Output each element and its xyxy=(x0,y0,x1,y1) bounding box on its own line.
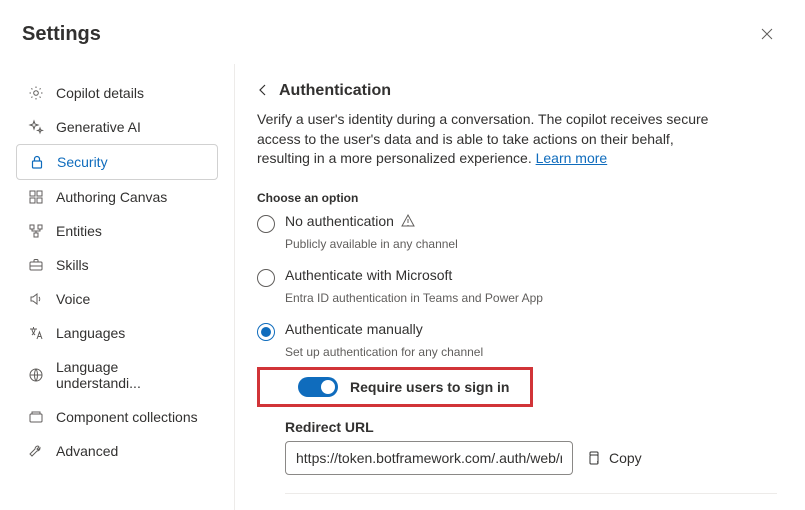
voice-icon xyxy=(28,291,44,307)
sidebar-item-label: Authoring Canvas xyxy=(56,189,167,205)
sidebar-item-label: Security xyxy=(57,154,108,170)
close-button[interactable] xyxy=(751,18,783,50)
lock-icon xyxy=(29,154,45,170)
radio-icon xyxy=(257,269,275,287)
section-title: Authentication xyxy=(279,82,391,100)
sidebar-item-label: Generative AI xyxy=(56,119,141,135)
learn-more-link[interactable]: Learn more xyxy=(536,150,608,166)
sidebar-item-label: Language understandi... xyxy=(56,359,206,391)
redirect-url-label: Redirect URL xyxy=(285,419,777,435)
sidebar-item-languages[interactable]: Languages xyxy=(16,316,218,350)
chevron-left-icon xyxy=(257,84,269,96)
redirect-url-input[interactable] xyxy=(285,441,573,475)
gear-icon xyxy=(28,85,44,101)
wrench-icon xyxy=(28,443,44,459)
radio-subtext: Set up authentication for any channel xyxy=(285,345,777,359)
back-button[interactable] xyxy=(257,83,269,99)
sidebar-item-label: Skills xyxy=(56,257,89,273)
sidebar-item-security[interactable]: Security xyxy=(16,144,218,180)
entities-icon xyxy=(28,223,44,239)
grid-icon xyxy=(28,189,44,205)
require-signin-toggle[interactable] xyxy=(298,377,338,397)
copy-icon xyxy=(585,450,601,466)
section-description: Verify a user's identity during a conver… xyxy=(257,110,727,169)
main-panel: Authentication Verify a user's identity … xyxy=(234,64,805,510)
radio-subtext: Publicly available in any channel xyxy=(285,237,777,251)
sidebar-item-entities[interactable]: Entities xyxy=(16,214,218,248)
page-title: Settings xyxy=(22,23,101,46)
sidebar-item-copilot-details[interactable]: Copilot details xyxy=(16,76,218,110)
radio-auth-microsoft[interactable]: Authenticate with Microsoft xyxy=(257,267,777,287)
radio-subtext: Entra ID authentication in Teams and Pow… xyxy=(285,291,777,305)
language-icon xyxy=(28,325,44,341)
sidebar-item-label: Entities xyxy=(56,223,102,239)
radio-label-text: No authentication xyxy=(285,213,394,229)
briefcase-icon xyxy=(28,257,44,273)
sidebar-item-label: Copilot details xyxy=(56,85,144,101)
sidebar-item-authoring-canvas[interactable]: Authoring Canvas xyxy=(16,180,218,214)
sidebar-item-component-collections[interactable]: Component collections xyxy=(16,400,218,434)
sidebar-item-language-understanding[interactable]: Language understandi... xyxy=(16,350,218,400)
sidebar-item-label: Voice xyxy=(56,291,90,307)
sidebar-item-generative-ai[interactable]: Generative AI xyxy=(16,110,218,144)
radio-icon xyxy=(257,215,275,233)
sidebar-item-label: Languages xyxy=(56,325,125,341)
sidebar-item-advanced[interactable]: Advanced xyxy=(16,434,218,468)
globe-icon xyxy=(28,367,44,383)
sidebar-item-label: Advanced xyxy=(56,443,118,459)
radio-label-text: Authenticate manually xyxy=(285,321,423,337)
copy-label: Copy xyxy=(609,450,642,466)
sparkle-icon xyxy=(28,119,44,135)
radio-auth-manual[interactable]: Authenticate manually xyxy=(257,321,777,341)
choose-option-label: Choose an option xyxy=(257,191,777,205)
sidebar-item-label: Component collections xyxy=(56,409,198,425)
sidebar-item-skills[interactable]: Skills xyxy=(16,248,218,282)
close-icon xyxy=(761,28,773,40)
radio-label-text: Authenticate with Microsoft xyxy=(285,267,452,283)
copy-button[interactable]: Copy xyxy=(585,450,642,466)
highlight-annotation: Require users to sign in xyxy=(257,367,533,407)
radio-no-auth[interactable]: No authentication xyxy=(257,213,777,233)
warning-icon xyxy=(400,213,416,229)
collection-icon xyxy=(28,409,44,425)
radio-icon xyxy=(257,323,275,341)
sidebar-item-voice[interactable]: Voice xyxy=(16,282,218,316)
sidebar: Copilot details Generative AI Security A… xyxy=(0,64,234,510)
require-signin-label: Require users to sign in xyxy=(350,379,509,395)
